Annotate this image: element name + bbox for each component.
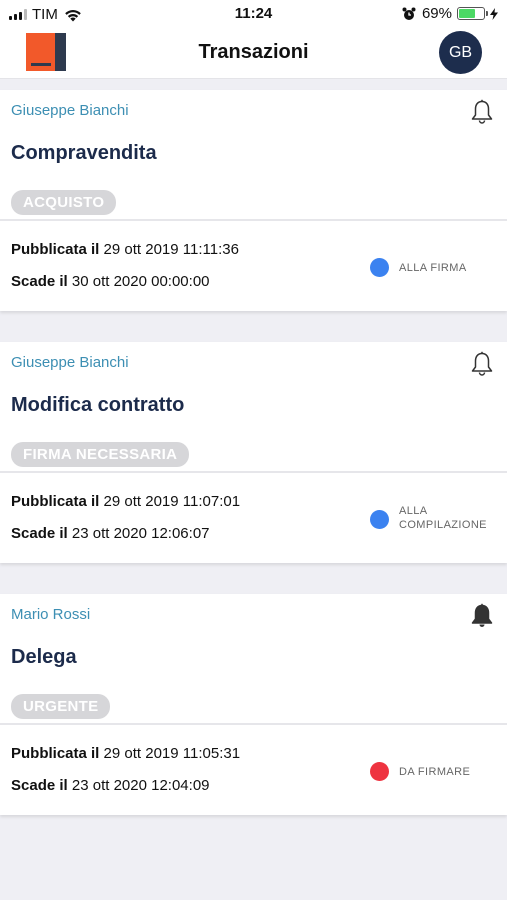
status-label: ALLA COMPILAZIONE — [399, 504, 499, 532]
card-author: Giuseppe Bianchi — [11, 354, 129, 371]
card-header: Mario Rossi Delega URGENTE — [0, 594, 507, 725]
card-title: Modifica contratto — [11, 394, 185, 416]
status-line: DA FIRMARE — [399, 766, 471, 778]
status-label: ALLA FIRMA — [399, 261, 499, 275]
published-label: Pubblicata il — [11, 241, 100, 258]
card-title: Compravendita — [11, 142, 157, 164]
charging-bolt-icon — [490, 7, 498, 20]
user-avatar[interactable]: GB — [439, 31, 482, 74]
expires-label: Scade il — [11, 273, 68, 290]
transaction-card[interactable]: Giuseppe Bianchi Modifica contratto FIRM… — [0, 342, 507, 563]
status-line: COMPILAZIONE — [399, 519, 487, 531]
navigation-bar: Transazioni GB — [0, 28, 507, 79]
status-dot — [370, 762, 389, 781]
card-header: Giuseppe Bianchi Modifica contratto FIRM… — [0, 342, 507, 473]
card-author: Mario Rossi — [11, 606, 91, 623]
card-body: Pubblicata il 29 ott 2019 11:07:01 Scade… — [0, 473, 507, 563]
bell-outline-icon[interactable] — [470, 351, 494, 377]
expires-label: Scade il — [11, 777, 68, 794]
published-row: Pubblicata il 29 ott 2019 11:05:31 — [11, 745, 240, 762]
status-bar: TIM 11:24 69% — [0, 0, 507, 28]
published-row: Pubblicata il 29 ott 2019 11:07:01 — [11, 493, 240, 510]
card-body: Pubblicata il 29 ott 2019 11:05:31 Scade… — [0, 725, 507, 815]
published-label: Pubblicata il — [11, 493, 100, 510]
expires-row: Scade il 30 ott 2020 00:00:00 — [11, 273, 210, 290]
expires-row: Scade il 23 ott 2020 12:06:07 — [11, 525, 210, 542]
published-value: 29 ott 2019 11:05:31 — [103, 745, 241, 762]
transaction-card[interactable]: Giuseppe Bianchi Compravendita ACQUISTO … — [0, 90, 507, 311]
bell-filled-icon[interactable] — [470, 603, 494, 629]
card-title: Delega — [11, 646, 77, 668]
page-title: Transazioni — [198, 41, 309, 63]
expires-row: Scade il 23 ott 2020 12:04:09 — [11, 777, 210, 794]
battery-icon — [457, 7, 488, 20]
transaction-card[interactable]: Mario Rossi Delega URGENTE Pubblicata il… — [0, 594, 507, 815]
expires-label: Scade il — [11, 525, 68, 542]
status-bar-right: 69% — [402, 5, 498, 22]
status-line: ALLA — [399, 505, 428, 517]
card-tag: ACQUISTO — [11, 190, 117, 215]
expires-value: 23 ott 2020 12:06:07 — [71, 525, 210, 542]
published-value: 29 ott 2019 11:07:01 — [103, 493, 241, 510]
published-value: 29 ott 2019 11:11:36 — [103, 241, 239, 258]
status-dot — [370, 258, 389, 277]
alarm-clock-icon — [402, 7, 416, 20]
published-row: Pubblicata il 29 ott 2019 11:11:36 — [11, 241, 239, 258]
status-dot — [370, 510, 389, 529]
status-line: ALLA FIRMA — [399, 262, 467, 274]
status-label: DA FIRMARE — [399, 765, 499, 779]
card-header: Giuseppe Bianchi Compravendita ACQUISTO — [0, 90, 507, 221]
expires-value: 23 ott 2020 12:04:09 — [71, 777, 210, 794]
expires-value: 30 ott 2020 00:00:00 — [71, 273, 210, 290]
card-tag: URGENTE — [11, 694, 111, 719]
card-tag: FIRMA NECESSARIA — [11, 442, 190, 467]
card-author: Giuseppe Bianchi — [11, 102, 129, 119]
card-body: Pubblicata il 29 ott 2019 11:11:36 Scade… — [0, 221, 507, 311]
bell-outline-icon[interactable] — [470, 99, 494, 125]
battery-percentage: 69% — [421, 5, 452, 22]
published-label: Pubblicata il — [11, 745, 100, 762]
